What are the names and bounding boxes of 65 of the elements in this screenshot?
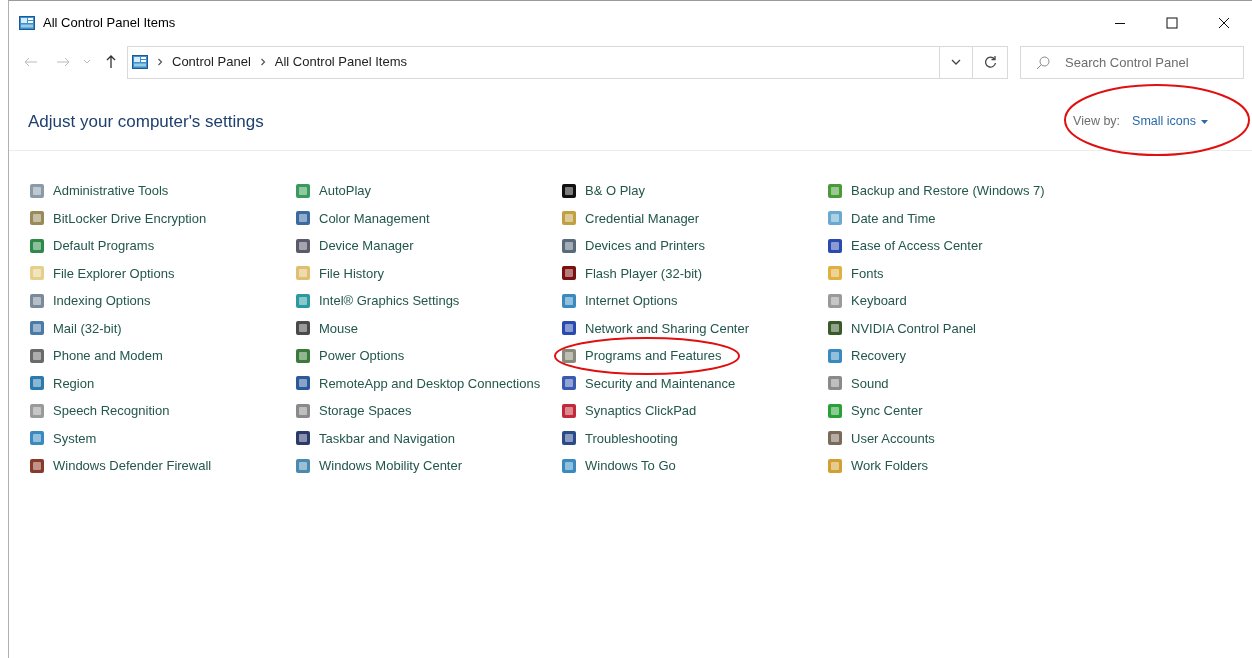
settings-item[interactable]: File Explorer Options [29,259,175,287]
settings-item[interactable]: Network and Sharing Center [561,314,750,342]
settings-item[interactable]: System [29,424,97,452]
forward-arrow-icon [56,57,70,67]
settings-item[interactable]: RemoteApp and Desktop Connections [295,369,541,397]
settings-item[interactable]: Indexing Options [29,287,151,315]
settings-item[interactable]: Mouse [295,314,359,342]
settings-item[interactable]: File History [295,259,384,287]
settings-item[interactable]: User Accounts [827,424,935,452]
caret-icon [1201,119,1208,124]
control-panel-icon [132,55,148,69]
refresh-icon [983,55,997,69]
settings-item[interactable]: Region [29,369,95,397]
settings-item[interactable]: Speech Recognition [29,397,170,425]
settings-item[interactable]: Default Programs [29,232,155,260]
settings-item[interactable]: Device Manager [295,232,414,260]
window-title: All Control Panel Items [43,14,176,33]
settings-item[interactable]: Sound [827,369,889,397]
up-arrow-icon [106,55,116,69]
settings-item[interactable]: Mail (32-bit) [29,314,122,342]
settings-item[interactable]: Troubleshooting [561,424,678,452]
settings-item[interactable]: Internet Options [561,287,678,315]
settings-item[interactable]: Synaptics ClickPad [561,397,697,425]
page-heading: Adjust your computer's settings [28,110,264,133]
settings-item[interactable]: Intel® Graphics Settings [295,287,460,315]
address-bar[interactable]: Control Panel All Control Panel Items [127,45,1008,79]
settings-item[interactable]: Phone and Modem [29,342,163,370]
settings-item[interactable]: NVIDIA Control Panel [827,314,976,342]
breadcrumb-link[interactable]: All Control Panel Items [270,52,411,72]
chevron-down-icon [83,59,91,65]
settings-item[interactable]: Date and Time [827,204,936,232]
settings-item[interactable]: Windows Mobility Center [295,452,463,480]
settings-item[interactable]: Work Folders [827,452,929,480]
maximize-icon [1166,17,1178,29]
settings-item[interactable]: Taskbar and Navigation [295,424,455,452]
settings-item[interactable]: Windows To Go [561,452,676,480]
settings-item[interactable]: Flash Player (32-bit) [561,259,703,287]
settings-item[interactable]: Security and Maintenance [561,369,736,397]
settings-item[interactable]: BitLocker Drive Encryption [29,204,207,232]
chevron-down-icon [951,59,961,65]
settings-item[interactable]: Windows Defender Firewall [29,452,212,480]
chevron-icon [258,58,267,66]
settings-item[interactable]: Administrative Tools [29,177,169,205]
settings-item[interactable]: Storage Spaces [295,397,412,425]
view-mode-dropdown[interactable]: Small icons [1120,112,1208,131]
breadcrumb-link[interactable]: Control Panel [168,52,255,72]
settings-item[interactable]: Recovery [827,342,906,370]
control-panel-icon [19,16,35,30]
settings-item[interactable]: Backup and Restore (Windows 7) [827,177,1045,205]
settings-item[interactable]: Sync Center [827,397,923,425]
settings-item[interactable]: Credential Manager [561,204,700,232]
back-arrow-icon [24,57,38,67]
settings-item[interactable]: Keyboard [827,287,907,315]
settings-item[interactable]: AutoPlay [295,177,372,205]
view-by-label: View by: [1073,113,1121,131]
settings-item[interactable]: Power Options [295,342,405,370]
settings-item[interactable]: Devices and Printers [561,232,705,260]
settings-item[interactable]: Color Management [295,204,430,232]
settings-item[interactable]: B& O Play [561,177,645,205]
close-icon [1218,17,1230,29]
settings-item[interactable]: Fonts [827,259,884,287]
settings-item[interactable]: Ease of Access Center [827,232,983,260]
search-field[interactable]: Search Control Panel [1020,45,1244,79]
search-icon [1036,55,1050,70]
chevron-icon [156,58,164,66]
